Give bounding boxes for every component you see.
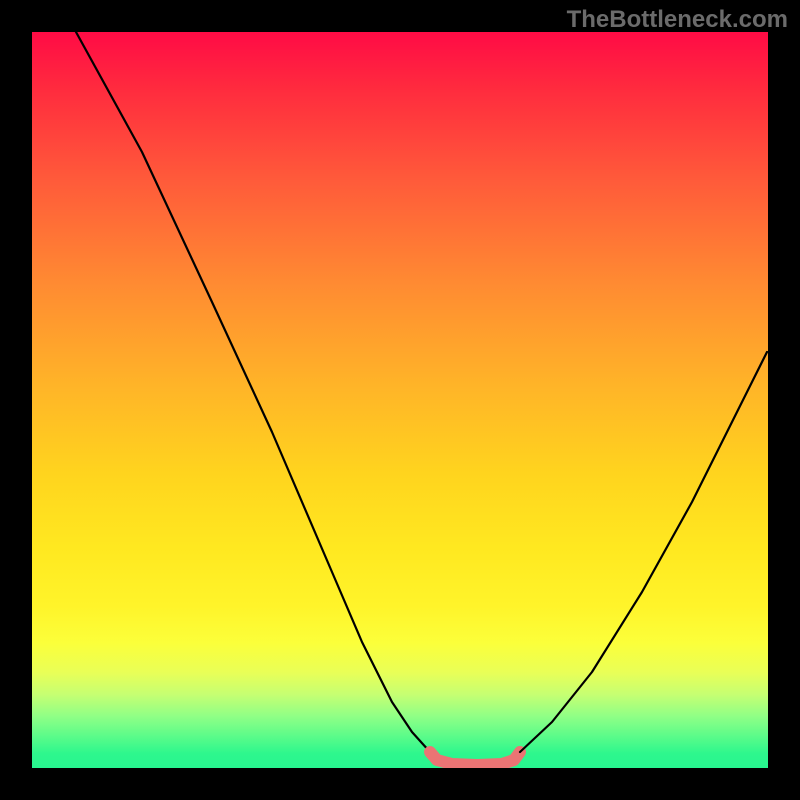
curve-svg <box>32 32 768 768</box>
chart-container: TheBottleneck.com <box>0 0 800 800</box>
curve-left-branch <box>76 32 430 752</box>
watermark-text: TheBottleneck.com <box>567 6 788 34</box>
curve-optimal-zone <box>430 752 520 765</box>
curve-right-branch <box>520 352 767 752</box>
plot-area <box>32 32 768 768</box>
